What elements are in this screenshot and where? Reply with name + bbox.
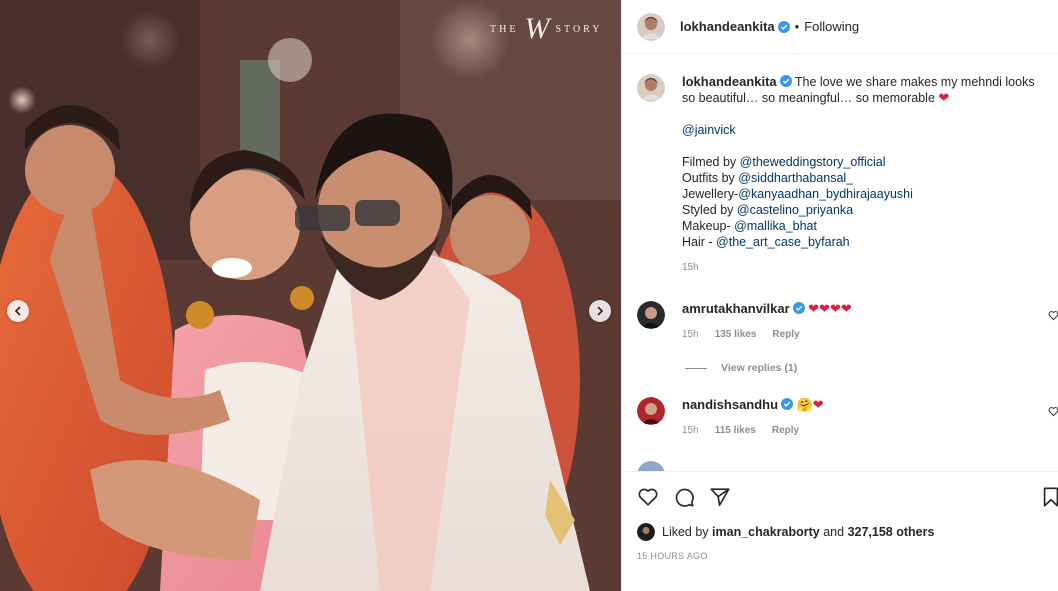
comment-time[interactable]: 15h <box>682 327 699 343</box>
caption-avatar[interactable] <box>637 74 665 102</box>
credit-line: Hair - @the_art_case_byfarah <box>682 234 1044 250</box>
commenter-avatar[interactable] <box>637 461 665 471</box>
reply-button[interactable]: Reply <box>772 327 799 343</box>
liked-by-count[interactable]: 327,158 others <box>848 525 935 539</box>
comment-text: ❤❤❤❤ <box>808 301 852 316</box>
credit-handle-link[interactable]: @the_art_case_byfarah <box>716 235 850 249</box>
caption-username[interactable]: lokhandeankita <box>682 74 777 89</box>
liked-by-summary: Liked by iman_chakraborty and 327,158 ot… <box>637 523 934 541</box>
commenter-username[interactable]: amrutakhanvilkar <box>682 301 790 316</box>
caption-time[interactable]: 15h <box>682 260 699 276</box>
brand-watermark: THE W STORY <box>490 14 610 44</box>
reply-button[interactable]: Reply <box>772 423 799 439</box>
mention-link[interactable]: @jainvick <box>682 123 736 137</box>
credit-label: Outfits by <box>682 171 739 185</box>
liked-by-user[interactable]: iman_chakraborty <box>712 525 820 539</box>
credit-line: Filmed by @theweddingstory_official <box>682 154 1044 170</box>
liked-by-mid: and <box>823 525 845 539</box>
credit-line: Styled by @castelino_priyanka <box>682 202 1044 218</box>
credit-label: Styled by <box>682 203 737 217</box>
liker-avatar[interactable] <box>637 523 655 541</box>
watermark-post: STORY <box>555 23 603 35</box>
chevron-right-icon <box>597 306 604 316</box>
heart-outline-icon[interactable] <box>1048 310 1058 321</box>
verified-badge-icon <box>792 302 805 314</box>
share-send-icon[interactable] <box>709 486 731 508</box>
caption-body: lokhandeankita The love we share makes m… <box>682 74 1044 276</box>
comment-bubble-icon[interactable] <box>673 486 695 508</box>
post-actions: Liked by iman_chakraborty and 327,158 ot… <box>622 471 1058 591</box>
like-heart-icon[interactable] <box>637 486 659 508</box>
credit-handle-link[interactable]: @mallika_bhat <box>734 219 817 233</box>
verified-badge-icon <box>781 398 794 410</box>
next-photo-button[interactable] <box>589 300 611 322</box>
watermark-mark: W <box>524 12 550 45</box>
credit-handle-link[interactable]: @siddharthabansal_ <box>738 171 853 185</box>
view-replies-button[interactable]: View replies (1) <box>685 362 797 374</box>
comment-item-partial <box>637 461 1058 471</box>
following-button[interactable]: Following <box>804 19 859 34</box>
comment-likes[interactable]: 135 likes <box>715 327 757 343</box>
commenter-avatar[interactable] <box>637 301 665 329</box>
post-side-panel: lokhandeankita • Following lokhandeankit… <box>621 0 1058 591</box>
credit-line: Outfits by @siddharthabansal_ <box>682 170 1044 186</box>
verified-badge-icon <box>779 75 792 87</box>
comment-time[interactable]: 15h <box>682 423 699 439</box>
verified-badge-icon <box>777 20 790 33</box>
post-timestamp[interactable]: 15 HOURS AGO <box>637 551 708 561</box>
commenter-avatar[interactable] <box>637 397 665 425</box>
caption: lokhandeankita The love we share makes m… <box>637 74 1044 276</box>
credit-label: Hair - <box>682 235 717 249</box>
comments-section[interactable]: lokhandeankita The love we share makes m… <box>622 55 1058 471</box>
credit-label: Filmed by <box>682 155 740 169</box>
header-separator: • <box>794 19 800 34</box>
credit-label: Makeup- <box>682 219 735 233</box>
previous-photo-button[interactable] <box>7 300 29 322</box>
save-bookmark-icon[interactable] <box>1040 486 1058 508</box>
author-avatar[interactable] <box>637 12 665 41</box>
wedding-photo-illustration <box>0 0 621 591</box>
chevron-left-icon <box>14 306 21 316</box>
heart-outline-icon[interactable] <box>1048 406 1058 417</box>
post-header: lokhandeankita • Following <box>622 0 1058 54</box>
comment-text: 🤗❤ <box>796 397 824 412</box>
heart-emoji: ❤ <box>938 90 950 105</box>
replies-divider <box>685 367 707 369</box>
credit-label: Jewellery- <box>682 187 739 201</box>
comment-body: amrutakhanvilkar ❤❤❤❤ 15h 135 likes Repl… <box>682 301 1044 343</box>
view-replies-label: View replies (1) <box>721 362 798 374</box>
credit-handle-link[interactable]: @kanyaadhan_bydhirajaayushi <box>738 187 913 201</box>
credit-line: Jewellery-@kanyaadhan_bydhirajaayushi <box>682 186 1044 202</box>
commenter-username[interactable]: nandishsandhu <box>682 397 778 412</box>
comment-item: nandishsandhu 🤗❤ 15h 115 likes Reply <box>637 397 1058 439</box>
watermark-pre: THE <box>490 23 519 35</box>
post-photo[interactable]: THE W STORY <box>0 0 621 591</box>
author-username[interactable]: lokhandeankita <box>680 19 775 34</box>
liked-by-prefix: Liked by <box>662 525 709 539</box>
comment-likes[interactable]: 115 likes <box>715 423 756 439</box>
comment-body: nandishsandhu 🤗❤ 15h 115 likes Reply <box>682 397 1044 439</box>
comment-item: amrutakhanvilkar ❤❤❤❤ 15h 135 likes Repl… <box>637 301 1058 343</box>
credit-handle-link[interactable]: @theweddingstory_official <box>740 155 886 169</box>
credit-line: Makeup- @mallika_bhat <box>682 218 1044 234</box>
credit-handle-link[interactable]: @castelino_priyanka <box>737 203 853 217</box>
